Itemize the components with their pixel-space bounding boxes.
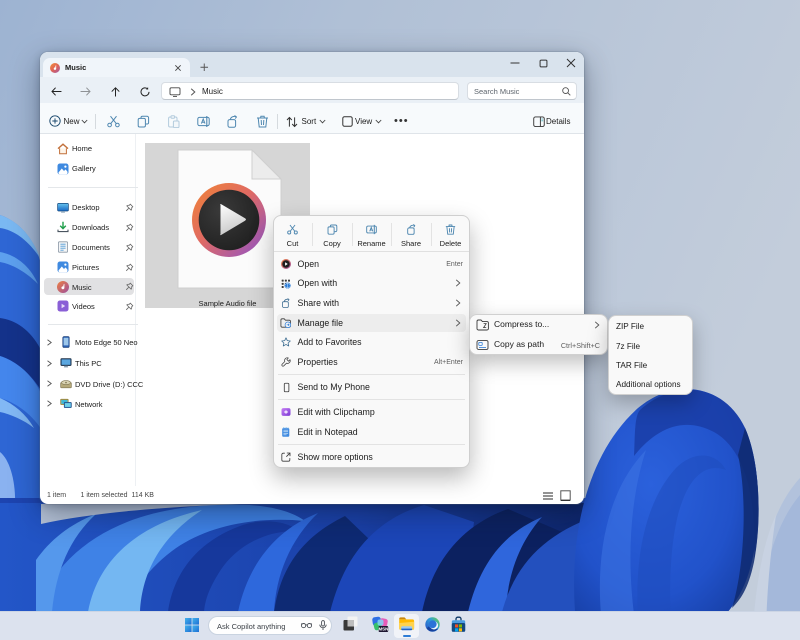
svg-text:MSN: MSN <box>379 627 389 632</box>
